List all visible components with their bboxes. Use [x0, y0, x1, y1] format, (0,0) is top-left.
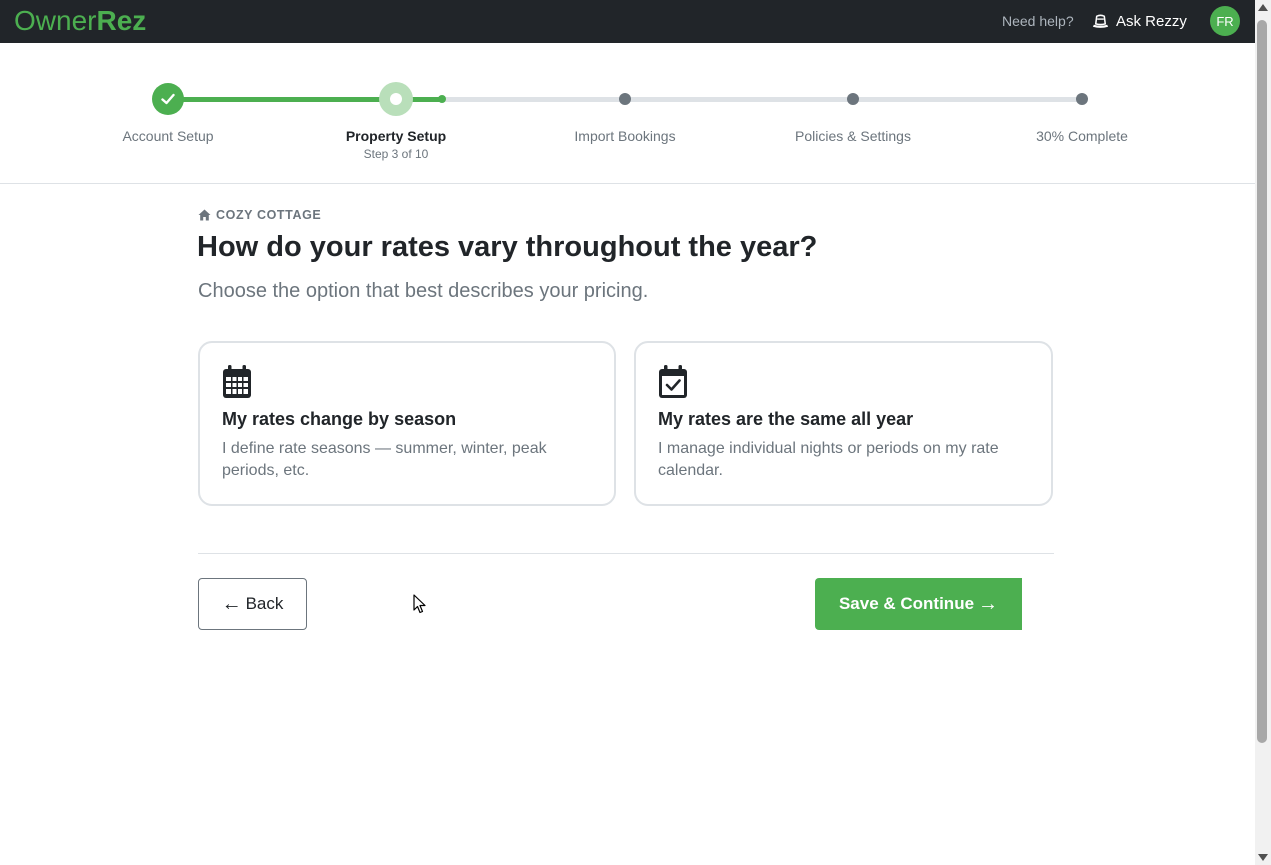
step-counter: Step 3 of 10 — [363, 147, 429, 161]
step-5-marker — [1076, 93, 1088, 105]
progress-stepper: Account Setup Property Setup Step 3 of 1… — [0, 43, 1255, 184]
option-description: I define rate seasons — summer, winter, … — [222, 440, 547, 479]
mouse-pointer-icon — [413, 594, 426, 614]
progress-percent-label: 30% Complete — [1036, 128, 1128, 144]
ask-rezzy-button[interactable]: Ask Rezzy — [1091, 11, 1187, 31]
check-icon — [161, 93, 175, 105]
home-icon — [198, 209, 211, 221]
ask-rezzy-label: Ask Rezzy — [1116, 12, 1187, 30]
scroll-up-arrow-icon[interactable] — [1258, 4, 1268, 11]
top-navbar: OwnerRez Need help? Ask Rezzy FR — [0, 0, 1255, 43]
save-button-label: Save & Continue — [838, 594, 975, 613]
step-label-import-bookings: Import Bookings — [574, 128, 676, 144]
need-help-text: Need help? — [1002, 13, 1074, 29]
back-button[interactable]: ← Back — [198, 578, 307, 630]
step-label-account-setup: Account Setup — [122, 128, 214, 144]
step-4-marker — [847, 93, 859, 105]
option-card-seasonal-rates[interactable]: My rates change by season I define rate … — [198, 341, 616, 506]
arrow-right-icon: → — [978, 593, 999, 615]
logo-text-bold: Rez — [96, 5, 147, 36]
page-title: How do your rates vary throughout the ye… — [197, 231, 818, 263]
arrow-left-icon: ← — [221, 593, 242, 615]
section-divider — [198, 553, 1054, 554]
step-3-marker — [619, 93, 631, 105]
user-avatar[interactable]: FR — [1210, 6, 1240, 36]
option-description: I manage individual nights or periods on… — [658, 440, 999, 479]
logo-text-regular: Owner — [14, 5, 97, 36]
vertical-scrollbar[interactable] — [1255, 0, 1271, 865]
property-name: COZY COTTAGE — [216, 208, 322, 222]
scroll-down-arrow-icon[interactable] — [1258, 854, 1268, 861]
option-card-flat-rates[interactable]: My rates are the same all year I manage … — [634, 341, 1053, 506]
back-button-label: Back — [245, 594, 284, 613]
progress-fill-end-dot — [438, 95, 446, 103]
step-label-policies-settings: Policies & Settings — [795, 128, 911, 144]
step-label-property-setup: Property Setup — [345, 128, 447, 144]
calendar-grid-icon — [223, 365, 251, 398]
property-breadcrumb: COZY COTTAGE — [198, 208, 321, 222]
ownerrez-logo[interactable]: OwnerRez — [14, 5, 146, 37]
step-2-current-marker — [379, 82, 413, 116]
option-title: My rates change by season — [222, 409, 457, 429]
hat-icon — [1092, 14, 1109, 28]
scrollbar-thumb[interactable] — [1257, 20, 1267, 743]
calendar-check-icon — [659, 365, 687, 398]
save-continue-button[interactable]: Save & Continue → — [815, 578, 1022, 630]
page-subtitle: Choose the option that best describes yo… — [198, 280, 649, 302]
option-title: My rates are the same all year — [658, 409, 914, 429]
step-1-complete-marker — [152, 83, 184, 115]
